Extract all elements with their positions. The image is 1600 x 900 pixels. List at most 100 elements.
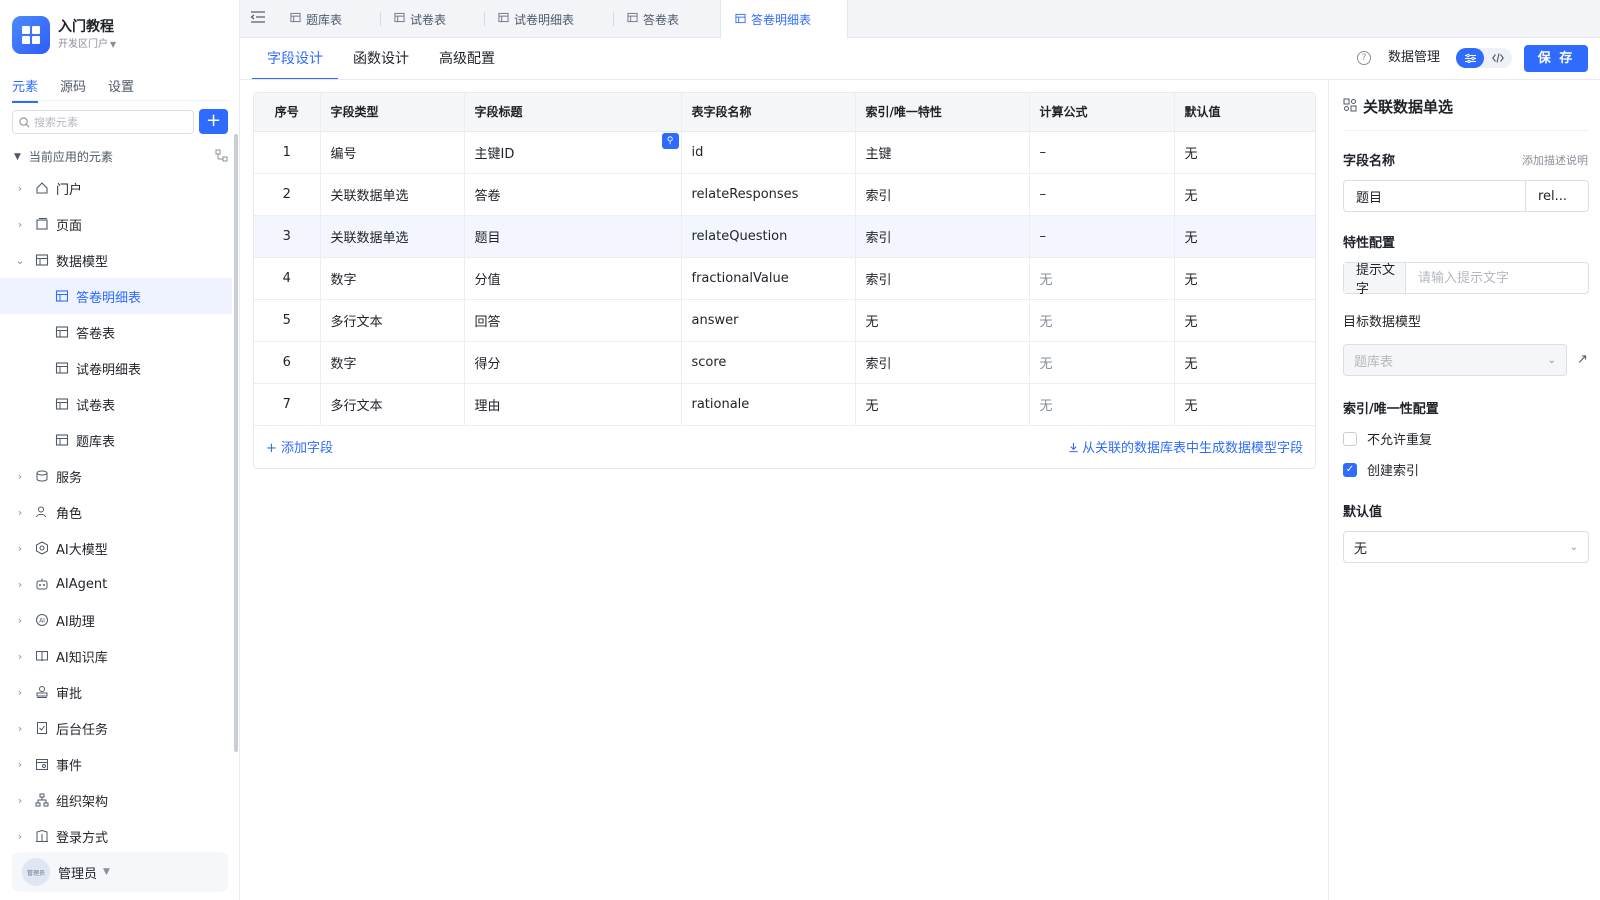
generate-fields-link[interactable]: 从关联的数据库表中生成数据模型字段 <box>1068 437 1303 456</box>
sidebar-item-portal[interactable]: › 门户 <box>0 170 232 206</box>
help-icon[interactable]: ? <box>1357 51 1371 65</box>
table-cell: relateQuestion <box>681 215 856 258</box>
chevron-right-icon[interactable]: › <box>14 650 26 663</box>
chevron-right-icon[interactable]: › <box>14 830 26 843</box>
sidebar-item-service[interactable]: › 服务 <box>0 458 232 494</box>
chevron-right-icon[interactable]: › <box>14 578 26 591</box>
sidebar-item-background-task[interactable]: › 后台任务 <box>0 710 232 746</box>
checkbox-unchecked-icon[interactable] <box>1343 431 1357 446</box>
sidebar-item-ai-assistant[interactable]: › AI AI助理 <box>0 602 232 638</box>
table-row[interactable]: 1 编号 主键ID ⚲ id 主键 – 无 <box>254 131 1315 174</box>
column-header: 计算公式 <box>1029 93 1175 132</box>
sidebar-item-ai-knowledge[interactable]: › AI知识库 <box>0 638 232 674</box>
sidebar-item-answer-detail[interactable]: 答卷明细表 <box>0 278 232 314</box>
tab-question-bank[interactable]: 题库表 <box>276 0 342 38</box>
sidebar-item-question-bank[interactable]: 题库表 <box>0 422 232 458</box>
table-cell: fractionalValue <box>681 257 856 300</box>
field-title-input[interactable]: 题目 <box>1344 181 1526 211</box>
section-title: 当前应用的元素 <box>28 150 113 164</box>
sidebar-item-ai-model[interactable]: › AI大模型 <box>0 530 232 566</box>
section-current-app[interactable]: ▼ 当前应用的元素 <box>14 148 228 165</box>
sidebar-item-data-model[interactable]: ⌄ 数据模型 <box>0 242 232 278</box>
sidebar-item-paper-detail[interactable]: 试卷明细表 <box>0 350 232 386</box>
tab-answer-detail[interactable]: 答卷明细表 <box>720 0 848 39</box>
chevron-right-icon[interactable]: › <box>14 182 26 195</box>
sidebar-scrollbar[interactable] <box>234 134 238 752</box>
table-row[interactable]: 2 关联数据单选 答卷 relateResponses 索引 – 无 <box>254 173 1315 216</box>
tab-paper[interactable]: 试卷表 <box>380 0 446 38</box>
checkbox-checked-icon[interactable]: ✓ <box>1343 462 1357 477</box>
tab-function-design[interactable]: 函数设计 <box>338 40 424 80</box>
sidebar-item-login[interactable]: › 登录方式 <box>0 818 232 854</box>
tab-answer[interactable]: 答卷表 <box>613 0 679 38</box>
hint-text-input[interactable] <box>1406 263 1588 293</box>
code-view-icon[interactable] <box>1484 48 1512 68</box>
key-link-icon[interactable]: ⚲ <box>661 132 679 149</box>
locate-icon[interactable] <box>215 149 228 165</box>
table-cell: 5 <box>254 299 321 342</box>
chevron-right-icon[interactable]: › <box>14 542 26 555</box>
sidebar-item-label: 答卷明细表 <box>76 290 142 306</box>
sidebar-item-org[interactable]: › 组织架构 <box>0 782 232 818</box>
add-field-button[interactable]: + 添加字段 <box>266 437 333 456</box>
table-row[interactable]: 5 多行文本 回答 answer 无 无 无 <box>254 299 1315 342</box>
tab-settings[interactable]: 设置 <box>108 76 134 103</box>
table-cell: 2 <box>254 173 321 216</box>
sidebar-item-pages[interactable]: › 页面 <box>0 206 232 242</box>
chevron-right-icon[interactable]: › <box>14 758 26 771</box>
search-input[interactable] <box>34 115 184 129</box>
table-row-selected[interactable]: 3 关联数据单选 题目 relateQuestion 索引 – 无 <box>254 215 1315 258</box>
design-tabs: 字段设计 函数设计 高级配置 <box>252 40 510 80</box>
no-duplicate-checkbox[interactable]: 不允许重复 <box>1343 429 1432 448</box>
chevron-down-icon[interactable]: ⌄ <box>14 254 26 267</box>
tab-elements[interactable]: 元素 <box>12 76 39 103</box>
props-config-label: 特性配置 <box>1343 236 1396 251</box>
default-value-select[interactable]: 无 ⌄ <box>1343 531 1589 563</box>
sidebar-item-label: AI大模型 <box>56 542 108 558</box>
chevron-right-icon[interactable]: › <box>14 794 26 807</box>
sidebar-item-label: 门户 <box>56 182 83 198</box>
table-row[interactable]: 6 数字 得分 score 索引 无 无 <box>254 341 1315 384</box>
sidebar-item-role[interactable]: › 角色 <box>0 494 232 530</box>
book-icon <box>34 648 50 664</box>
tab-advanced-config[interactable]: 高级配置 <box>424 40 510 80</box>
add-description-link[interactable]: 添加描述说明 <box>1522 152 1588 168</box>
table-icon <box>394 12 405 26</box>
chevron-right-icon[interactable]: › <box>14 722 26 735</box>
table-row[interactable]: 7 多行文本 理由 rationale 无 无 无 <box>254 383 1315 426</box>
portal-switcher[interactable]: 开发区门户 ▼ <box>58 37 116 53</box>
chevron-right-icon[interactable]: › <box>14 686 26 699</box>
add-element-button[interactable]: + <box>199 109 228 134</box>
external-link-icon[interactable]: ↗ <box>1577 352 1588 367</box>
table-cell-title: 主键ID ⚲ <box>464 131 682 174</box>
table-icon <box>34 252 50 268</box>
table-icon <box>54 432 70 448</box>
sidebar-item-event[interactable]: › 事件 <box>0 746 232 782</box>
app-header[interactable]: 入门教程 开发区门户 ▼ <box>12 16 116 54</box>
sidebar-item-label: AI助理 <box>56 614 95 630</box>
tab-paper-detail[interactable]: 试卷明细表 <box>484 0 574 38</box>
chevron-right-icon[interactable]: › <box>14 218 26 231</box>
chevron-right-icon[interactable]: › <box>14 506 26 519</box>
user-menu[interactable]: 管理员 管理员 ▼ <box>12 852 228 892</box>
search-box[interactable] <box>12 110 194 134</box>
sidebar-item-ai-agent[interactable]: › AIAgent <box>0 566 232 602</box>
save-button[interactable]: 保 存 <box>1524 45 1588 72</box>
table-cell: 编号 <box>320 131 465 174</box>
ai-model-icon <box>34 540 50 556</box>
chevron-right-icon[interactable]: › <box>14 470 26 483</box>
table-row[interactable]: 4 数字 分值 fractionalValue 索引 无 无 <box>254 257 1315 300</box>
sidebar-item-paper[interactable]: 试卷表 <box>0 386 232 422</box>
tab-field-design[interactable]: 字段设计 <box>252 40 338 80</box>
data-management-link[interactable]: 数据管理 <box>1388 48 1440 68</box>
field-column-input[interactable]: rel... <box>1526 181 1588 211</box>
chevron-right-icon[interactable]: › <box>14 614 26 627</box>
sidebar-item-answer[interactable]: 答卷表 <box>0 314 232 350</box>
sidebar-item-approval[interactable]: › 审批 <box>0 674 232 710</box>
create-index-checkbox[interactable]: ✓ 创建索引 <box>1343 460 1419 479</box>
tab-source[interactable]: 源码 <box>60 76 86 103</box>
settings-view-icon[interactable] <box>1456 48 1484 68</box>
sidebar-item-label: 答卷表 <box>76 326 116 342</box>
chevron-down-icon: ⌄ <box>1569 541 1578 553</box>
collapse-sidebar-icon[interactable] <box>250 10 266 28</box>
